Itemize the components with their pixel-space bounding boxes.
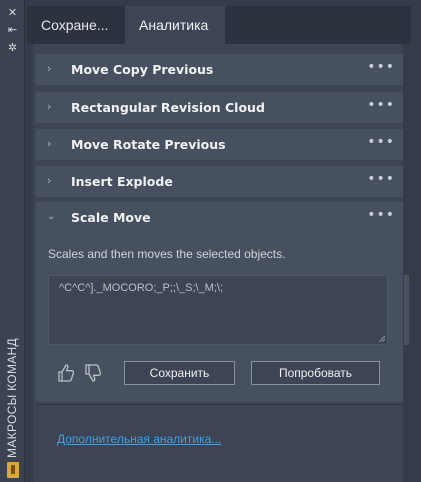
thumbs-up-icon[interactable] — [56, 362, 76, 384]
list-item[interactable]: › Move Copy Previous ••• — [36, 54, 403, 85]
more-options-icon[interactable]: ••• — [367, 92, 395, 119]
item-description: Scales and then moves the selected objec… — [48, 247, 286, 261]
chevron-down-icon: ⌄ — [47, 211, 56, 222]
tab-saved[interactable]: Сохране... — [27, 6, 125, 44]
palette-title: МАКРОСЫ КОМАНД — [5, 338, 19, 458]
scrollbar[interactable] — [404, 275, 409, 345]
more-options-icon[interactable]: ••• — [367, 202, 395, 229]
more-options-icon[interactable]: ••• — [367, 129, 395, 156]
resize-grip-icon[interactable] — [377, 334, 385, 342]
list-item[interactable]: › Rectangular Revision Cloud ••• — [36, 92, 403, 123]
chevron-right-icon: › — [47, 100, 52, 113]
close-icon[interactable]: ✕ — [5, 6, 20, 20]
chevron-right-icon: › — [47, 62, 52, 75]
tab-bar: Сохране... Аналитика — [27, 6, 411, 44]
divider — [36, 404, 403, 405]
item-title: Move Copy Previous — [71, 62, 214, 77]
item-title: Scale Move — [71, 210, 151, 225]
expanded-item: ⌄ Scale Move ••• Scales and then moves t… — [36, 202, 409, 402]
auto-hide-icon[interactable]: ⇤ — [5, 23, 20, 37]
properties-icon[interactable]: ✲ — [5, 41, 20, 55]
item-title: Move Rotate Previous — [71, 137, 226, 152]
more-analytics-link[interactable]: Дополнительная аналитика... — [57, 432, 221, 446]
list-item[interactable]: › Move Rotate Previous ••• — [36, 129, 403, 160]
tab-analytics[interactable]: Аналитика — [125, 6, 225, 44]
try-button[interactable]: Попробовать — [251, 361, 380, 385]
macro-textarea[interactable]: ^C^C^]._MOCORO;_P;;\_S;\_M;\; — [48, 275, 388, 345]
chevron-right-icon: › — [47, 174, 52, 187]
more-options-icon[interactable]: ••• — [367, 166, 395, 193]
palette-side-strip: ✕ ⇤ ✲ МАКРОСЫ КОМАНД — [0, 0, 25, 482]
thumbs-down-icon[interactable] — [83, 362, 103, 384]
item-title: Rectangular Revision Cloud — [71, 100, 265, 115]
save-button[interactable]: Сохранить — [124, 361, 235, 385]
macro-text: ^C^C^]._MOCORO;_P;;\_S;\_M;\; — [59, 282, 224, 294]
analytics-list: › Move Copy Previous ••• › Rectangular R… — [33, 44, 409, 482]
more-options-icon[interactable]: ••• — [367, 54, 395, 81]
list-item[interactable]: › Insert Explode ••• — [36, 166, 403, 197]
expanded-item-header[interactable]: ⌄ Scale Move ••• — [36, 202, 403, 233]
chevron-right-icon: › — [47, 137, 52, 150]
item-title: Insert Explode — [71, 174, 173, 189]
app-badge-icon — [7, 462, 19, 478]
palette-main: Сохране... Аналитика › Move Copy Previou… — [27, 0, 421, 482]
